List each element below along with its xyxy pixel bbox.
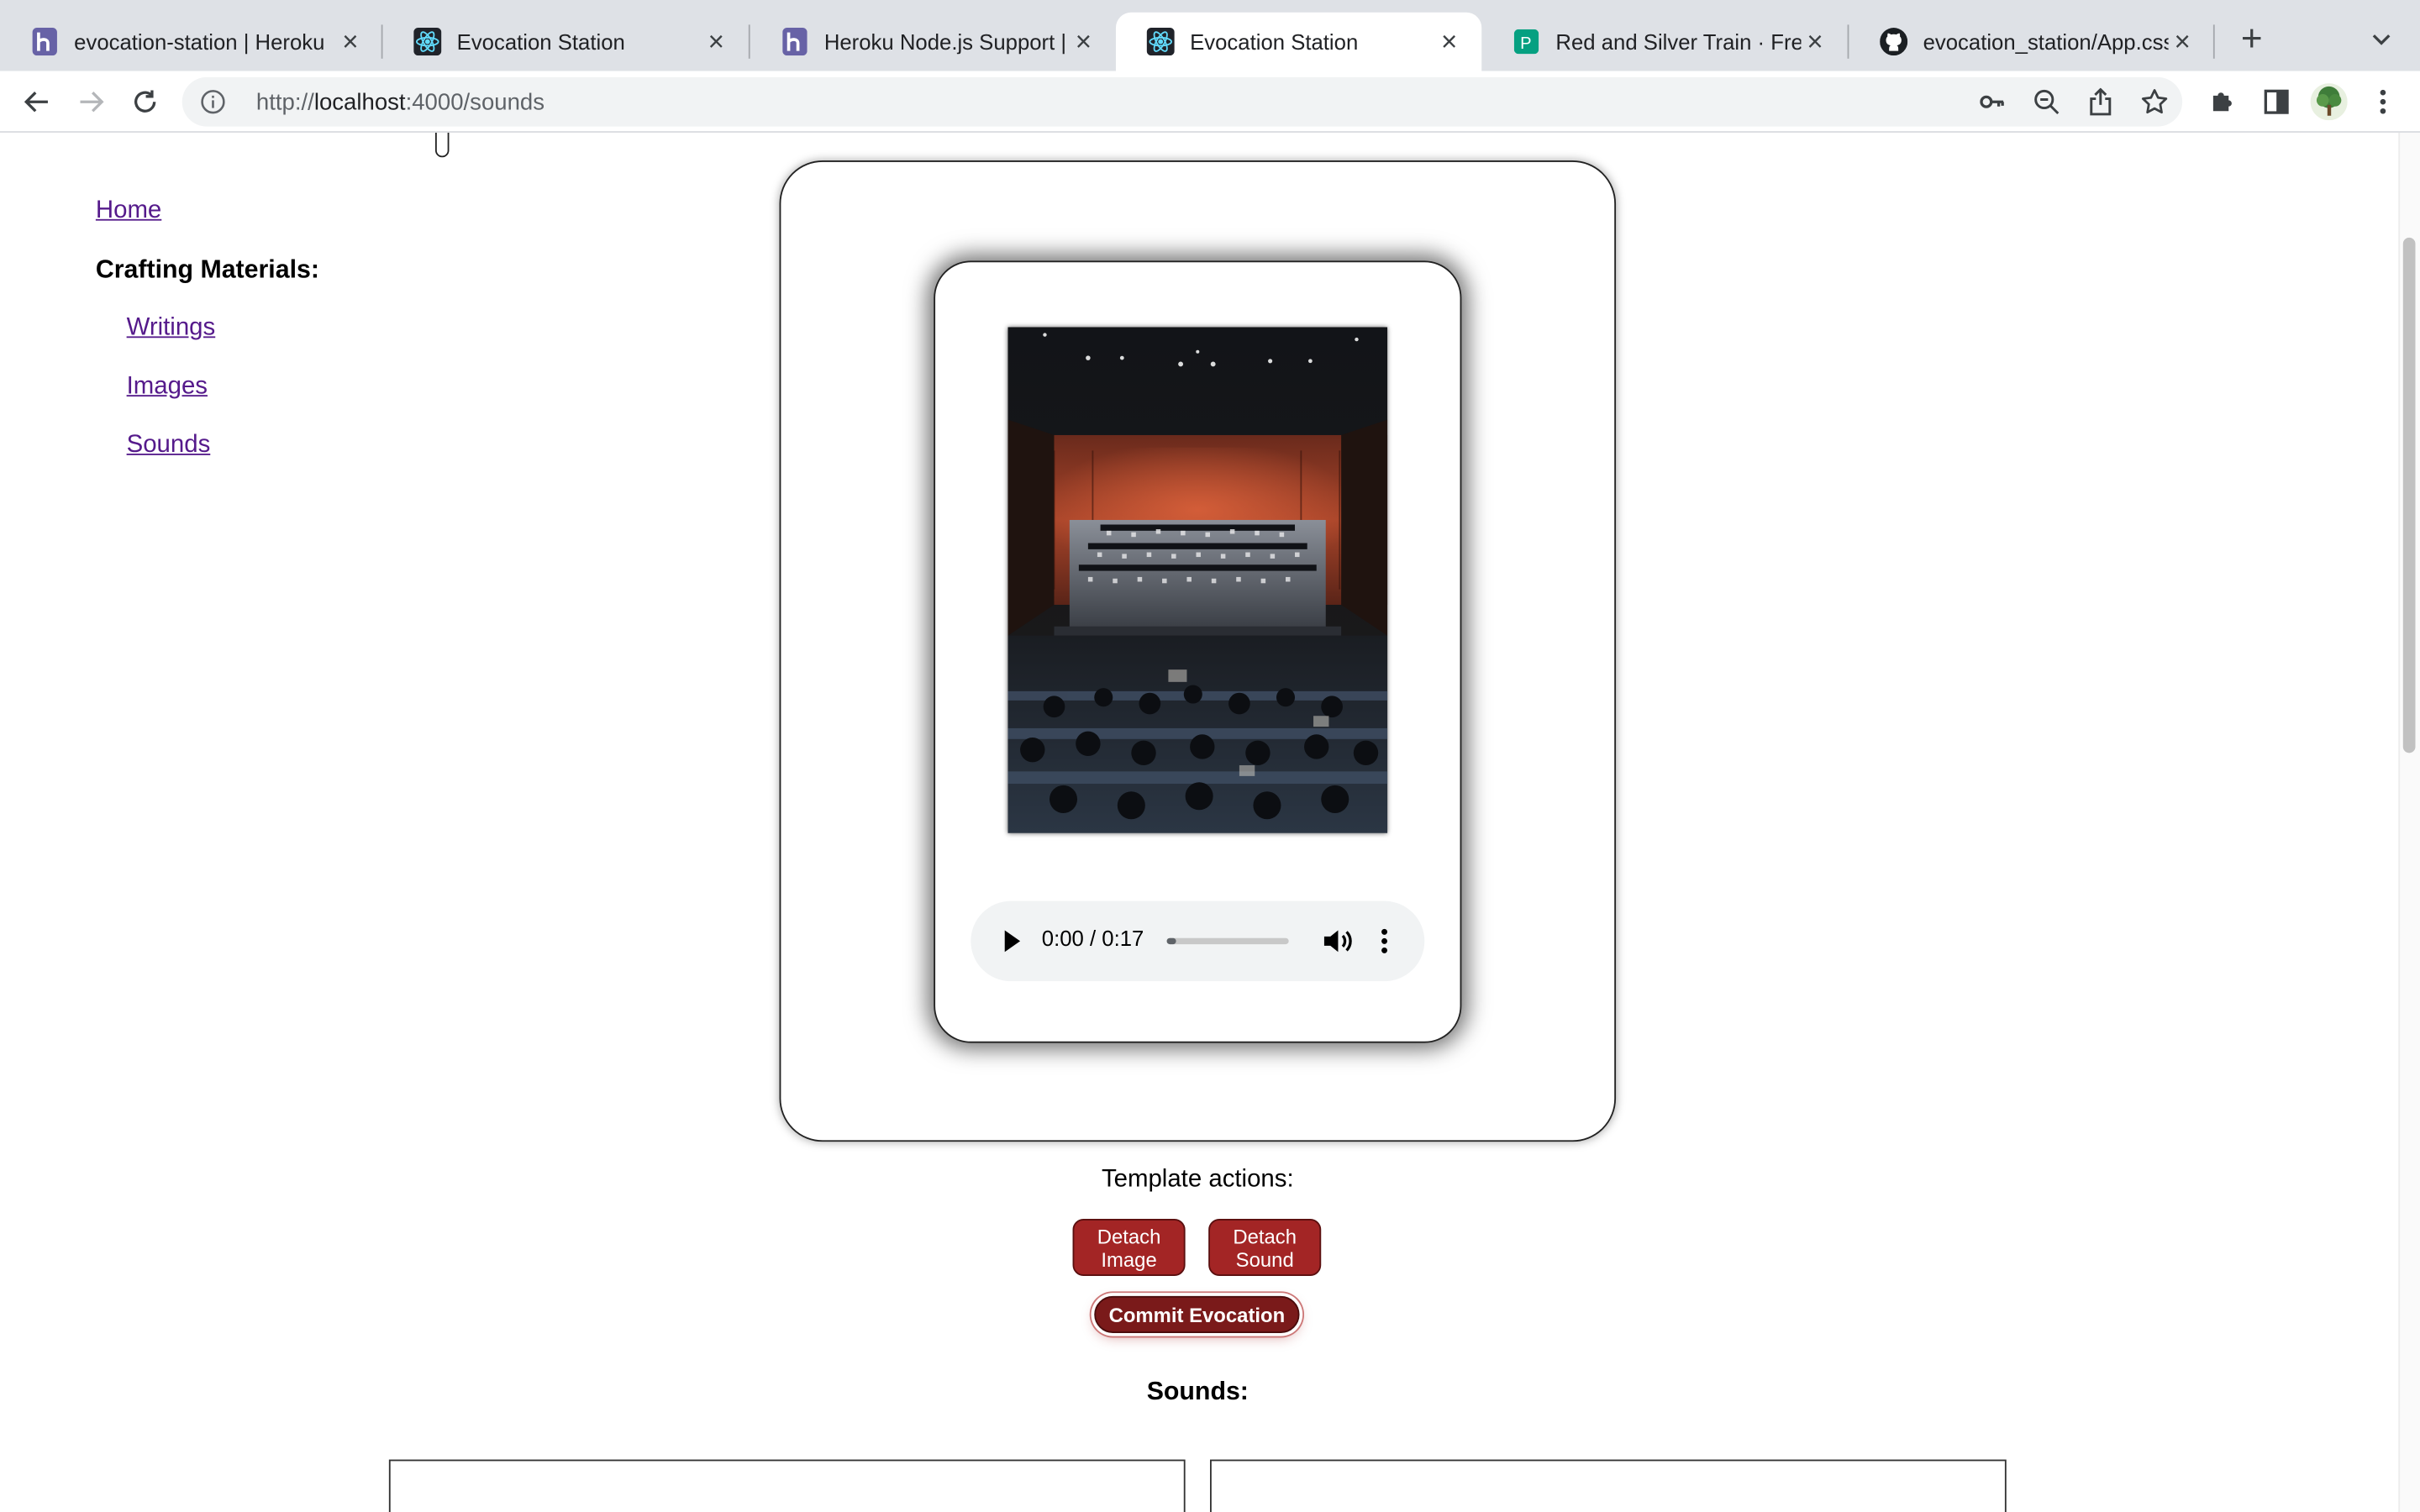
nav-home-link[interactable]: Home [96,197,161,225]
site-info-icon[interactable] [201,90,225,114]
page-scrollbar[interactable] [2398,132,2420,1512]
tab-title: Red and Silver Train · Free S [1555,29,1801,55]
tab-title: Evocation Station [456,29,625,55]
clipped-heading: · [1142,133,1265,140]
sound-card[interactable] [388,1459,1186,1512]
url-path: :4000/sounds [405,88,545,115]
tab-2[interactable]: Heroku Node.js Support | H × [750,13,1116,71]
nav-item-writings[interactable]: Writings [127,315,216,343]
share-icon[interactable] [2085,87,2116,118]
close-icon[interactable]: × [702,25,730,58]
nav-item-sounds[interactable]: Sounds [127,432,211,459]
commit-evocation-button[interactable]: Commit Evocation [1094,1295,1300,1333]
more-options-icon[interactable] [1378,926,1391,957]
svg-text:P: P [1520,34,1531,53]
close-icon[interactable]: × [1070,25,1097,58]
profile-avatar[interactable] [2310,83,2348,121]
forward-icon[interactable] [72,83,109,120]
tab-5[interactable]: evocation_station/App.css × [1849,13,2214,71]
concert-hall-image [1007,327,1388,833]
kebab-menu-icon[interactable] [2365,83,2402,120]
bookmark-star-icon[interactable] [2139,87,2170,118]
zoom-icon[interactable] [2031,87,2062,118]
tab-3-active[interactable]: Evocation Station × [1115,12,1482,71]
page-viewport: · Home Crafting Materials: Writings Imag… [0,132,2420,1512]
sounds-heading: Sounds: [1146,1378,1249,1406]
sound-card[interactable] [1210,1459,2007,1512]
tab-search-chevron-icon[interactable] [2368,24,2396,52]
tab-title: evocation_station/App.css [1923,29,2169,55]
tab-title: evocation-station | Heroku [74,29,325,55]
audio-player[interactable]: 0:00 / 0:17 [971,900,1425,982]
pexels-icon: P [1512,28,1540,55]
close-icon[interactable]: × [2169,25,2196,58]
new-tab-button[interactable]: + [2232,21,2272,59]
nav-item-images[interactable]: Images [127,373,208,401]
reload-icon[interactable] [127,83,164,120]
tab-0[interactable]: evocation-station | Heroku × [0,13,383,71]
side-panel-icon[interactable] [2258,83,2295,120]
github-icon [1880,28,1908,56]
react-icon [1146,28,1175,56]
browser-window: evocation-station | Heroku × Evocation S… [0,0,2420,1512]
tab-1[interactable]: Evocation Station × [383,13,749,71]
tab-title: Evocation Station [1190,29,1359,55]
audio-time: 0:00 / 0:17 [1041,926,1144,951]
template-actions-label: Template actions: [1101,1166,1294,1193]
url-scheme: http:// [255,88,314,115]
extensions-puzzle-icon[interactable] [2204,83,2241,120]
heroku-icon [781,28,808,56]
text-cursor-icon [434,132,450,158]
url-text: http://localhost:4000/sounds [256,89,544,115]
key-icon[interactable] [1977,87,2008,118]
tab-4[interactable]: P Red and Silver Train · Free S × [1481,13,1847,71]
react-icon [413,28,442,56]
close-icon[interactable]: × [336,25,364,58]
scrollbar-thumb[interactable] [2402,237,2416,753]
audio-progress-slider[interactable] [1166,937,1289,945]
detach-image-button[interactable]: Detach Image [1072,1219,1186,1276]
nav-heading: Crafting Materials: [95,255,319,284]
volume-icon[interactable] [1319,924,1353,958]
detach-sound-button[interactable]: Detach Sound [1208,1219,1322,1276]
close-icon[interactable]: × [1801,25,1828,58]
tab-title: Heroku Node.js Support | H [823,29,1070,55]
close-icon[interactable]: × [1435,25,1463,58]
back-icon[interactable] [18,83,55,120]
address-bar[interactable]: http://localhost:4000/sounds [182,76,2183,127]
browser-toolbar: http://localhost:4000/sounds [0,71,2420,133]
url-host: localhost [313,88,406,115]
audio-progress-fill [1166,937,1176,945]
heroku-icon [31,28,59,56]
tab-strip: evocation-station | Heroku × Evocation S… [0,0,2420,71]
play-icon[interactable] [1002,927,1023,955]
